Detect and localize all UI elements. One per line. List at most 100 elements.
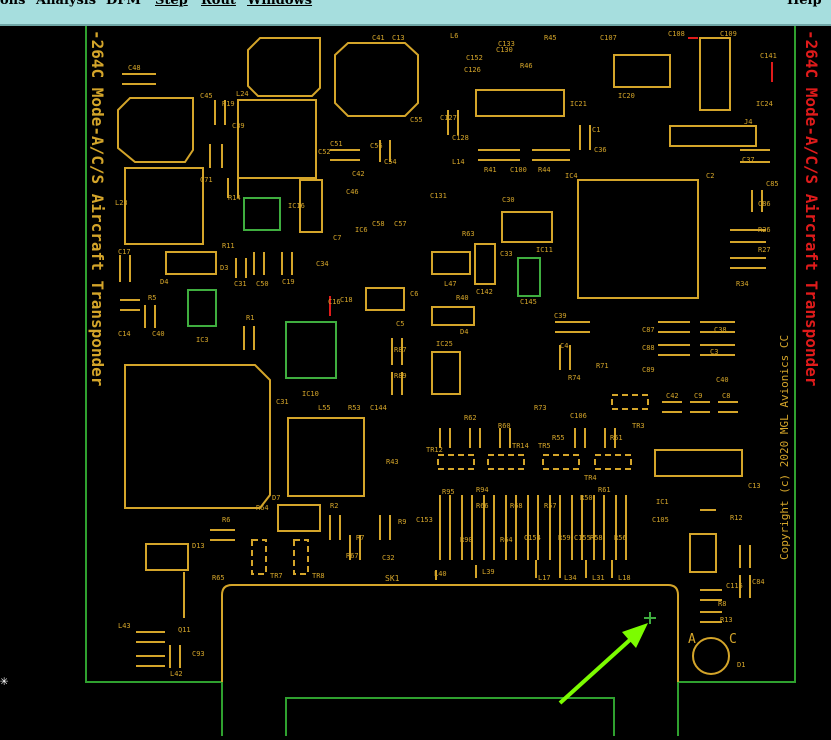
- refdes-c89: C89: [642, 366, 655, 374]
- refdes-r9: R9: [398, 518, 406, 526]
- refdes-c6: C6: [410, 290, 418, 298]
- diode-cathode-label: C: [729, 632, 737, 647]
- refdes-r26: R26: [758, 226, 771, 234]
- diode-d1: [692, 637, 730, 675]
- refdes-c17: C17: [118, 248, 131, 256]
- refdes-c85: C85: [766, 180, 779, 188]
- refdes-c13: C13: [748, 482, 761, 490]
- refdes-ic4: IC4: [565, 172, 578, 180]
- menu-analysis[interactable]: Analysis: [36, 0, 96, 8]
- d3-body: [165, 251, 217, 275]
- refdes-r40: R40: [456, 294, 469, 302]
- refdes-c153: C153: [416, 516, 433, 524]
- ic1: [689, 533, 717, 573]
- refdes-c48: C48: [128, 64, 141, 72]
- c142: [474, 243, 496, 285]
- ic-large-left: [124, 364, 271, 509]
- refdes-tr14: TR14: [512, 442, 529, 450]
- refdes-c87: C87: [642, 326, 655, 334]
- menu-options[interactable]: ons: [0, 0, 25, 8]
- c33-pad: [517, 257, 541, 297]
- refdes-c32: C32: [382, 554, 395, 562]
- crosshair-icon: ✳: [0, 673, 9, 689]
- c6: [365, 287, 405, 311]
- refdes-c93: C93: [192, 650, 205, 658]
- silk-copyright: Copyright (c) 2020 MGL Avionics CC: [778, 335, 791, 560]
- refdes-r89: R89: [394, 372, 407, 380]
- refdes-c71: C71: [200, 176, 213, 184]
- refdes-c155: C155: [574, 534, 591, 542]
- refdes-r41: R41: [484, 166, 497, 174]
- refdes-ic20: IC20: [618, 92, 635, 100]
- refdes-tr3: TR3: [632, 422, 645, 430]
- refdes-c36: C36: [594, 146, 607, 154]
- refdes-c4: C4: [560, 342, 568, 350]
- refdes-r14: R14: [228, 194, 241, 202]
- d13-body: [145, 543, 189, 571]
- menu-step[interactable]: Step: [155, 0, 188, 8]
- refdes-r19: R19: [222, 100, 235, 108]
- refdes-c30: C30: [502, 196, 515, 204]
- refdes-c57: C57: [394, 220, 407, 228]
- ic21: [475, 89, 565, 117]
- refdes-r64: R64: [256, 504, 269, 512]
- refdes-ic25: IC25: [436, 340, 453, 348]
- refdes-c9: C9: [694, 392, 702, 400]
- refdes-d4: D4: [160, 278, 168, 286]
- refdes-c105: C105: [652, 516, 669, 524]
- diode-ref-label: D1: [737, 661, 745, 669]
- ic11: [501, 211, 553, 243]
- pcb-canvas[interactable]: -264C Mode-A/C/S Aircraft Transponder -2…: [0, 26, 831, 736]
- refdes-r61: R61: [598, 486, 611, 494]
- refdes-l55: L55: [318, 404, 331, 412]
- refdes-c128: C128: [452, 134, 469, 142]
- refdes-l42: L42: [170, 670, 183, 678]
- refdes-ic3: IC3: [196, 336, 209, 344]
- refdes-r27: R27: [758, 246, 771, 254]
- refdes-c31: C31: [234, 280, 247, 288]
- refdes-l40: L40: [434, 570, 447, 578]
- menu-dfm[interactable]: DFM: [106, 0, 141, 8]
- l47: [431, 251, 471, 275]
- refdes-r12: R12: [730, 514, 743, 522]
- refdes-c58: C58: [372, 220, 385, 228]
- menu-help[interactable]: Help: [787, 0, 822, 8]
- refdes-l43: L43: [118, 622, 131, 630]
- ic-center: [287, 417, 365, 497]
- refdes-l47: L47: [444, 280, 457, 288]
- menu-windows[interactable]: Windows: [247, 0, 312, 8]
- j4: [669, 125, 757, 147]
- refdes-r6: R6: [222, 516, 230, 524]
- refdes-c33: C33: [500, 250, 513, 258]
- refdes-l17: L17: [538, 574, 551, 582]
- ic-l23: [124, 167, 204, 245]
- refdes-r55: R55: [552, 434, 565, 442]
- refdes-c107: C107: [600, 34, 617, 42]
- refdes-l23: L23: [115, 199, 128, 207]
- ic-c55: [334, 42, 419, 117]
- refdes-c131: C131: [430, 192, 447, 200]
- refdes-c54: C54: [384, 158, 397, 166]
- refdes-c34: C34: [316, 260, 329, 268]
- refdes-l18: L18: [618, 574, 631, 582]
- refdes-r94: R94: [476, 486, 489, 494]
- refdes-r90: R90: [460, 536, 473, 544]
- refdes-c42: C42: [666, 392, 679, 400]
- refdes-c50: C50: [256, 280, 269, 288]
- refdes-c14: C14: [118, 330, 131, 338]
- refdes-ic10: IC10: [302, 390, 319, 398]
- r40: [431, 306, 475, 326]
- refdes-r59: R59: [558, 534, 571, 542]
- refdes-r57: R57: [544, 502, 557, 510]
- menu-route[interactable]: Rout: [201, 0, 236, 8]
- cursor-cross: [644, 612, 656, 624]
- refdes-l34: L34: [564, 574, 577, 582]
- refdes-c46: C46: [346, 188, 359, 196]
- ic16-pad: [243, 197, 281, 231]
- refdes-r1: R1: [246, 314, 254, 322]
- refdes-ic6: IC6: [355, 226, 368, 234]
- refdes-ic11: IC11: [536, 246, 553, 254]
- refdes-r63: R63: [462, 230, 475, 238]
- refdes-r43: R43: [386, 458, 399, 466]
- ic-l24: [237, 99, 317, 179]
